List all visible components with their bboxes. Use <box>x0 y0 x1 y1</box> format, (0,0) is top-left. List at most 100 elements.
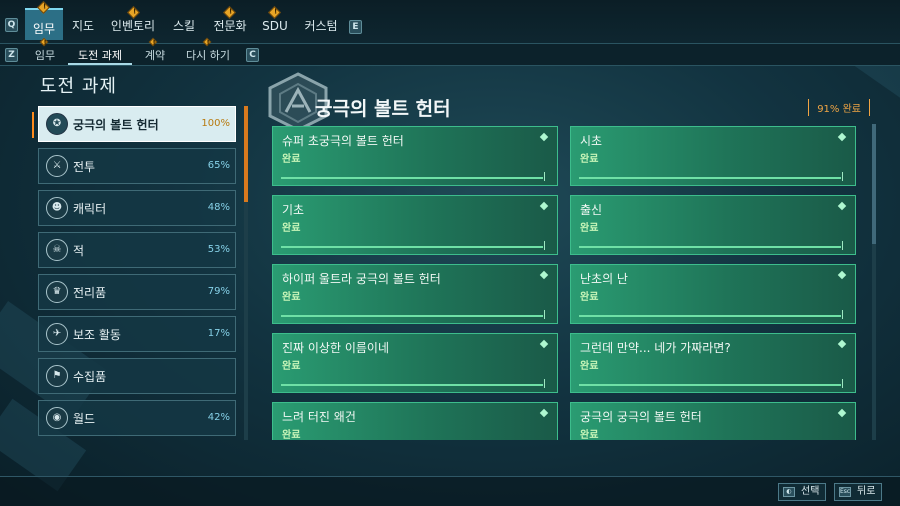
challenge-title: 출신 <box>580 203 603 217</box>
category-percent: 79% <box>207 286 230 297</box>
nav-tab-label: 인벤토리 <box>110 19 156 33</box>
challenge-gem-icon <box>539 408 549 418</box>
challenge-card[interactable]: 하이퍼 울트라 궁극의 볼트 헌터 완료 <box>272 264 558 324</box>
category-percent: 17% <box>207 328 230 339</box>
category-list: ✪ 궁극의 볼트 헌터 100% ⚔ 전투 65% ☻ 캐릭터 48% ☠ 적 53% ♛ 전리품 79% ✈… <box>38 106 238 440</box>
subnav-tab-missions[interactable]: 임무 <box>30 47 60 65</box>
category-item[interactable]: ⚔ 전투 65% <box>38 148 236 184</box>
nav-tab-label: 지도 <box>71 19 95 33</box>
challenge-status: 완료 <box>282 154 301 165</box>
progress-bar-end <box>544 241 545 250</box>
challenge-status: 완료 <box>580 361 599 372</box>
side-activity-icon: ✈ <box>46 323 68 345</box>
challenge-gem-icon <box>837 408 847 418</box>
collectible-icon: ⚑ <box>46 365 68 387</box>
challenge-card[interactable]: 슈퍼 초궁극의 볼트 헌터완료 <box>272 126 558 186</box>
challenge-progress-bar <box>281 246 543 248</box>
top-nav-bar: Q 임무 지도 인벤토리 스킬 전문화 SDU 커스텀 E <box>0 0 900 44</box>
category-item[interactable]: ⚑ 수집품 <box>38 358 236 394</box>
category-label: 전리품 <box>73 286 107 300</box>
progress-bar-end <box>842 310 843 319</box>
nav-tab-label: 임무 <box>32 22 56 36</box>
challenge-gem-icon <box>837 270 847 280</box>
select-button[interactable]: ◐ 선택 <box>778 483 827 501</box>
challenge-progress-bar <box>579 177 841 179</box>
subnav-tab-challenges[interactable]: 도전 과제 <box>68 47 132 65</box>
category-label: 월드 <box>73 412 96 426</box>
category-item[interactable]: ♛ 전리품 79% <box>38 274 236 310</box>
character-icon: ☻ <box>46 197 68 219</box>
category-label: 수집품 <box>73 370 107 384</box>
challenge-title: 궁극의 궁극의 볼트 헌터 <box>580 410 702 424</box>
bottom-hint-bar <box>0 476 900 506</box>
challenge-status: 완료 <box>580 223 599 234</box>
nav-tab-map[interactable]: 지도 <box>67 12 99 40</box>
challenge-card[interactable]: 난초의 난 완료 <box>570 264 856 324</box>
challenge-gem-icon <box>837 132 847 142</box>
progress-bar-end <box>842 379 843 388</box>
challenge-scrollbar-thumb[interactable] <box>872 124 876 244</box>
subnav-tab-contracts[interactable]: 계약 <box>140 47 170 65</box>
nav-tab-label: 커스텀 <box>304 19 338 33</box>
active-category-marker <box>32 112 34 138</box>
challenge-status: 완료 <box>580 154 599 165</box>
category-percent: 53% <box>207 244 230 255</box>
category-item[interactable]: ☠ 적 53% <box>38 232 236 268</box>
challenge-card[interactable]: 시초완료 <box>570 126 856 186</box>
challenge-card[interactable]: 그런데 만약... 네가 가짜라면? 완료 <box>570 333 856 393</box>
category-label: 캐릭터 <box>73 202 107 216</box>
challenge-card[interactable]: 궁극의 궁극의 볼트 헌터 완료 <box>570 402 856 440</box>
challenge-gem-icon <box>539 270 549 280</box>
world-icon: ◉ <box>46 407 68 429</box>
progress-bar-end <box>544 310 545 319</box>
back-button[interactable]: Esc 뒤로 <box>834 483 883 501</box>
challenge-card[interactable]: 기초 완료 <box>272 195 558 255</box>
category-item[interactable]: ✈ 보조 활동 17% <box>38 316 236 352</box>
challenge-title: 기초 <box>282 203 305 217</box>
esc-key-icon: Esc <box>839 487 851 497</box>
challenge-gem-icon <box>539 132 549 142</box>
category-label: 궁극의 볼트 헌터 <box>73 118 159 132</box>
category-item[interactable]: ✪ 궁극의 볼트 헌터 100% <box>38 106 236 142</box>
challenge-title: 슈퍼 초궁극의 볼트 헌터 <box>282 134 404 148</box>
category-label: 보조 활동 <box>73 328 121 342</box>
challenge-title: 그런데 만약... 네가 가짜라면? <box>580 341 731 355</box>
subnav-right-key[interactable]: C <box>246 48 259 62</box>
challenge-grid: 슈퍼 초궁극의 볼트 헌터 완료 시초 완료 기초 완료 출신 완료 하이퍼 울트라 궁극의 볼… <box>272 124 862 440</box>
category-percent: 48% <box>207 202 230 213</box>
challenge-card[interactable]: 진짜 이상한 이름이네완료 <box>272 333 558 393</box>
enemy-icon: ☠ <box>46 239 68 261</box>
challenge-gem-icon <box>837 339 847 349</box>
category-percent: 42% <box>207 412 230 423</box>
category-scrollbar-thumb[interactable] <box>244 106 248 202</box>
challenge-status: 완료 <box>282 361 301 372</box>
category-label: 전투 <box>73 160 96 174</box>
challenge-card[interactable]: 출신완료 <box>570 195 856 255</box>
nav-tab-skills[interactable]: 스킬 <box>168 12 200 40</box>
nav-left-key[interactable]: Q <box>5 18 18 32</box>
nav-tab-label: SDU <box>262 19 288 33</box>
nav-tab-label: 스킬 <box>172 19 196 33</box>
challenge-card[interactable]: 느려 터진 왜건 완료 <box>272 402 558 440</box>
challenge-progress-bar <box>579 246 841 248</box>
gun-icon: ⚔ <box>46 155 68 177</box>
subnav-tab-replay[interactable]: 다시 하기 <box>182 47 234 65</box>
back-label: 뒤로 <box>857 486 876 497</box>
category-item[interactable]: ☻ 캐릭터 48% <box>38 190 236 226</box>
challenge-progress-bar <box>281 315 543 317</box>
challenge-title: 하이퍼 울트라 궁극의 볼트 헌터 <box>282 272 441 286</box>
challenge-title: 진짜 이상한 이름이네 <box>282 341 389 355</box>
progress-bar-end <box>842 241 843 250</box>
challenge-gem-icon <box>837 201 847 211</box>
challenge-progress-bar <box>579 315 841 317</box>
nav-tab-label: 전문화 <box>213 19 247 33</box>
challenge-title: 시초 <box>580 134 603 148</box>
challenge-progress-bar <box>579 384 841 386</box>
nav-right-key[interactable]: E <box>349 20 362 34</box>
completion-percent: 91% 완료 <box>808 99 870 116</box>
category-item[interactable]: ◉ 월드 42% <box>38 400 236 436</box>
subnav-left-key[interactable]: Z <box>5 48 18 62</box>
challenge-progress-bar <box>281 177 543 179</box>
challenge-status: 완료 <box>580 292 599 303</box>
nav-tab-customize[interactable]: 커스텀 <box>300 12 342 40</box>
